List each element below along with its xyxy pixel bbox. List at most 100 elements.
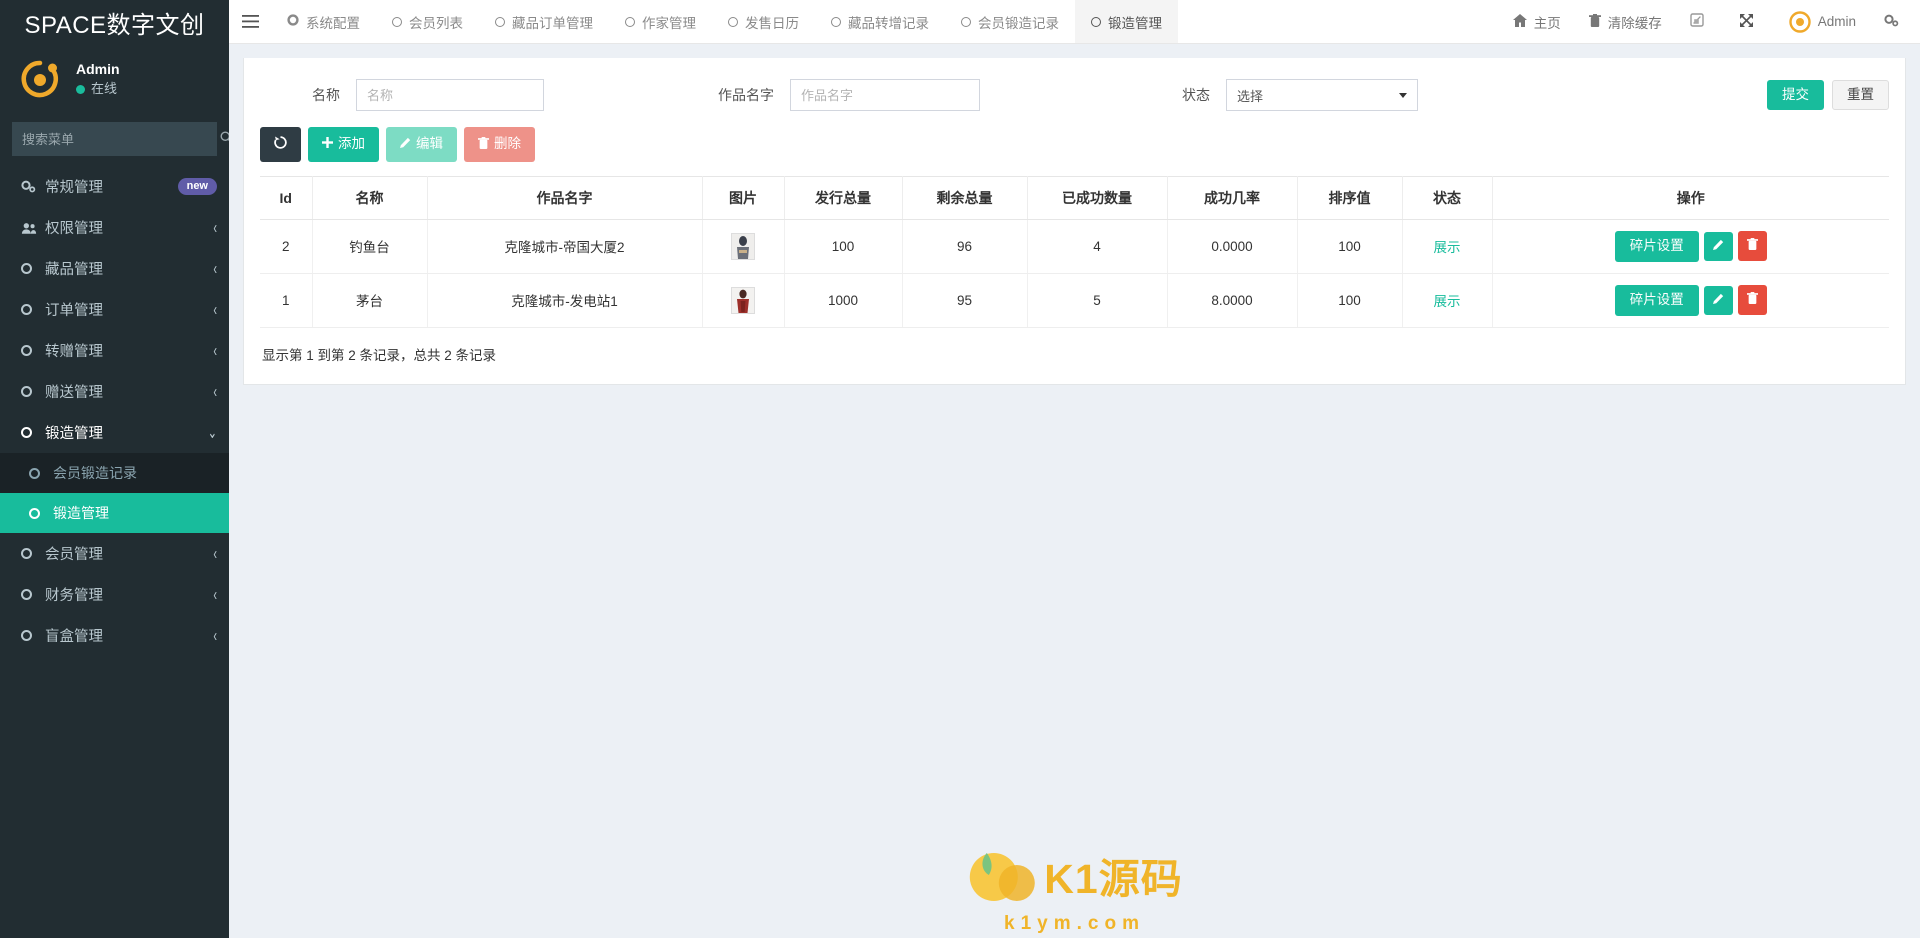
sidebar-item-general[interactable]: 常规管理 new	[0, 166, 229, 207]
sidebar-sublink-member-forge-record[interactable]: 会员锻造记录	[0, 453, 229, 493]
row-edit-button[interactable]	[1703, 285, 1733, 315]
col-image[interactable]: 图片	[702, 175, 785, 220]
brand-logo[interactable]: SPACE数字文创	[0, 0, 229, 44]
sidebar-link-transfer[interactable]: 转赠管理 ‹	[0, 330, 229, 371]
sidebar-link-permission[interactable]: 权限管理 ‹	[0, 207, 229, 248]
fragment-settings-button[interactable]: 碎片设置	[1614, 284, 1699, 316]
cell-operations: 碎片设置	[1492, 273, 1889, 328]
sidebar-item-permission[interactable]: 权限管理 ‹	[0, 207, 229, 248]
tab-forge-management[interactable]: 锻造管理	[1075, 0, 1178, 43]
row-delete-button[interactable]	[1737, 285, 1767, 316]
watermark-sub: k1ym.com	[1004, 913, 1145, 934]
edit-button[interactable]: 编辑	[386, 127, 457, 162]
circle-o-icon	[961, 16, 971, 27]
sidebar-subitem-member-forge-record[interactable]: 会员锻造记录	[0, 453, 229, 493]
user-menu-button[interactable]: Admin	[1775, 0, 1870, 43]
circle-o-icon	[831, 16, 841, 27]
name-input[interactable]	[356, 79, 544, 111]
sidebar-subitem-forge-management[interactable]: 锻造管理	[0, 493, 229, 533]
col-name[interactable]: 名称	[312, 175, 428, 220]
status-link[interactable]: 展示	[1434, 294, 1461, 309]
row-edit-button[interactable]	[1703, 231, 1733, 261]
sidebar-item-member[interactable]: 会员管理 ‹	[0, 533, 229, 574]
sidebar-subitem-label: 锻造管理	[53, 505, 109, 521]
filter-work-label: 作品名字	[718, 87, 774, 103]
row-delete-button[interactable]	[1737, 231, 1767, 262]
sidebar-search[interactable]	[12, 122, 233, 156]
tab-system-config[interactable]: 系统配置	[271, 0, 376, 43]
status-link[interactable]: 展示	[1434, 240, 1461, 255]
circle-o-icon	[728, 16, 738, 27]
theme-switch-button[interactable]	[1676, 0, 1725, 43]
sidebar-link-member[interactable]: 会员管理 ‹	[0, 533, 229, 574]
col-status[interactable]: 状态	[1402, 175, 1493, 220]
col-remaining[interactable]: 剩余总量	[902, 175, 1028, 220]
search-input[interactable]	[12, 131, 208, 147]
fullscreen-button[interactable]	[1725, 0, 1775, 43]
sidebar-item-forge[interactable]: 锻造管理 ⌄ 会员锻造记录 锻造管理	[0, 412, 229, 533]
sidebar-link-forge[interactable]: 锻造管理 ⌄	[0, 412, 229, 453]
fullscreen-icon	[1739, 13, 1754, 31]
home-button[interactable]: 主页	[1499, 0, 1575, 43]
filter-status-group: 状态 选择	[1130, 79, 1418, 111]
refresh-button[interactable]	[260, 127, 301, 162]
hamburger-icon[interactable]	[229, 0, 271, 43]
col-success-rate[interactable]: 成功几率	[1167, 175, 1298, 220]
cell-sort-value: 100	[1297, 219, 1403, 274]
sidebar-item-collection[interactable]: 藏品管理 ‹	[0, 248, 229, 289]
filter-work-group: 作品名字	[694, 79, 980, 111]
col-operations[interactable]: 操作	[1492, 175, 1889, 220]
row-thumbnail[interactable]	[731, 232, 755, 260]
top-header: 系统配置 会员列表 藏品订单管理 作家管理 发售日历 藏品转增记录 会员锻造记录	[229, 0, 1920, 44]
col-success-count[interactable]: 已成功数量	[1027, 175, 1168, 220]
sidebar-item-label: 赠送管理	[45, 385, 103, 401]
sidebar-item-transfer[interactable]: 转赠管理 ‹	[0, 330, 229, 371]
status-select[interactable]: 选择	[1226, 79, 1418, 111]
work-name-input[interactable]	[790, 79, 980, 111]
sidebar-subitem-label: 会员锻造记录	[53, 465, 137, 481]
sidebar-item-finance[interactable]: 财务管理 ‹	[0, 574, 229, 615]
col-total-issue[interactable]: 发行总量	[784, 175, 903, 220]
table-row[interactable]: 1 茅台 克隆城市-发电站1 1000 95 5 8.0000 100 展示 碎…	[260, 273, 1889, 328]
sidebar-item-order[interactable]: 订单管理 ‹	[0, 289, 229, 330]
sidebar-link-finance[interactable]: 财务管理 ‹	[0, 574, 229, 615]
col-sort-value[interactable]: 排序值	[1297, 175, 1403, 220]
sidebar-link-gift[interactable]: 赠送管理 ‹	[0, 371, 229, 412]
col-id[interactable]: Id	[260, 175, 313, 220]
table-row[interactable]: 2 钓鱼台 克隆城市-帝国大厦2 100 96 4 0.0000 100 展示	[260, 219, 1889, 274]
tab-collection-order[interactable]: 藏品订单管理	[479, 0, 609, 43]
col-work-name[interactable]: 作品名字	[427, 175, 703, 220]
sidebar-sublink-forge-management[interactable]: 锻造管理	[0, 493, 229, 533]
gears-icon	[1884, 14, 1899, 30]
circle-o-icon	[21, 630, 45, 641]
fragment-settings-button[interactable]: 碎片设置	[1614, 230, 1699, 262]
settings-button[interactable]	[1870, 0, 1920, 43]
tab-author-management[interactable]: 作家管理	[609, 0, 712, 43]
clear-cache-button[interactable]: 清除缓存	[1575, 0, 1676, 43]
sidebar-link-general[interactable]: 常规管理 new	[0, 166, 229, 207]
tab-collection-transfer-record[interactable]: 藏品转增记录	[815, 0, 945, 43]
cell-sort-value: 100	[1297, 273, 1403, 328]
delete-button[interactable]: 删除	[464, 127, 535, 162]
cell-status: 展示	[1402, 219, 1493, 274]
cell-status: 展示	[1402, 273, 1493, 328]
sidebar-link-collection[interactable]: 藏品管理 ‹	[0, 248, 229, 289]
filter-status-label: 状态	[1182, 87, 1210, 103]
tab-label: 作家管理	[642, 15, 696, 31]
tab-label: 藏品转增记录	[848, 15, 929, 31]
sidebar-item-gift[interactable]: 赠送管理 ‹	[0, 371, 229, 412]
add-label: 添加	[338, 136, 365, 151]
submit-button[interactable]: 提交	[1767, 79, 1824, 111]
space-logo-icon	[21, 60, 59, 98]
tab-member-list[interactable]: 会员列表	[376, 0, 479, 43]
cell-operations: 碎片设置	[1492, 219, 1889, 274]
tab-member-forge-record[interactable]: 会员锻造记录	[945, 0, 1075, 43]
sidebar-item-blindbox[interactable]: 盲盒管理 ‹	[0, 615, 229, 656]
content-area: 名称 作品名字 状态 选择 提交 重置	[229, 44, 1920, 938]
add-button[interactable]: 添加	[308, 127, 379, 162]
reset-button[interactable]: 重置	[1832, 79, 1889, 111]
sidebar-link-blindbox[interactable]: 盲盒管理 ‹	[0, 615, 229, 656]
row-thumbnail[interactable]	[731, 286, 755, 314]
sidebar-link-order[interactable]: 订单管理 ‹	[0, 289, 229, 330]
tab-sale-calendar[interactable]: 发售日历	[712, 0, 815, 43]
